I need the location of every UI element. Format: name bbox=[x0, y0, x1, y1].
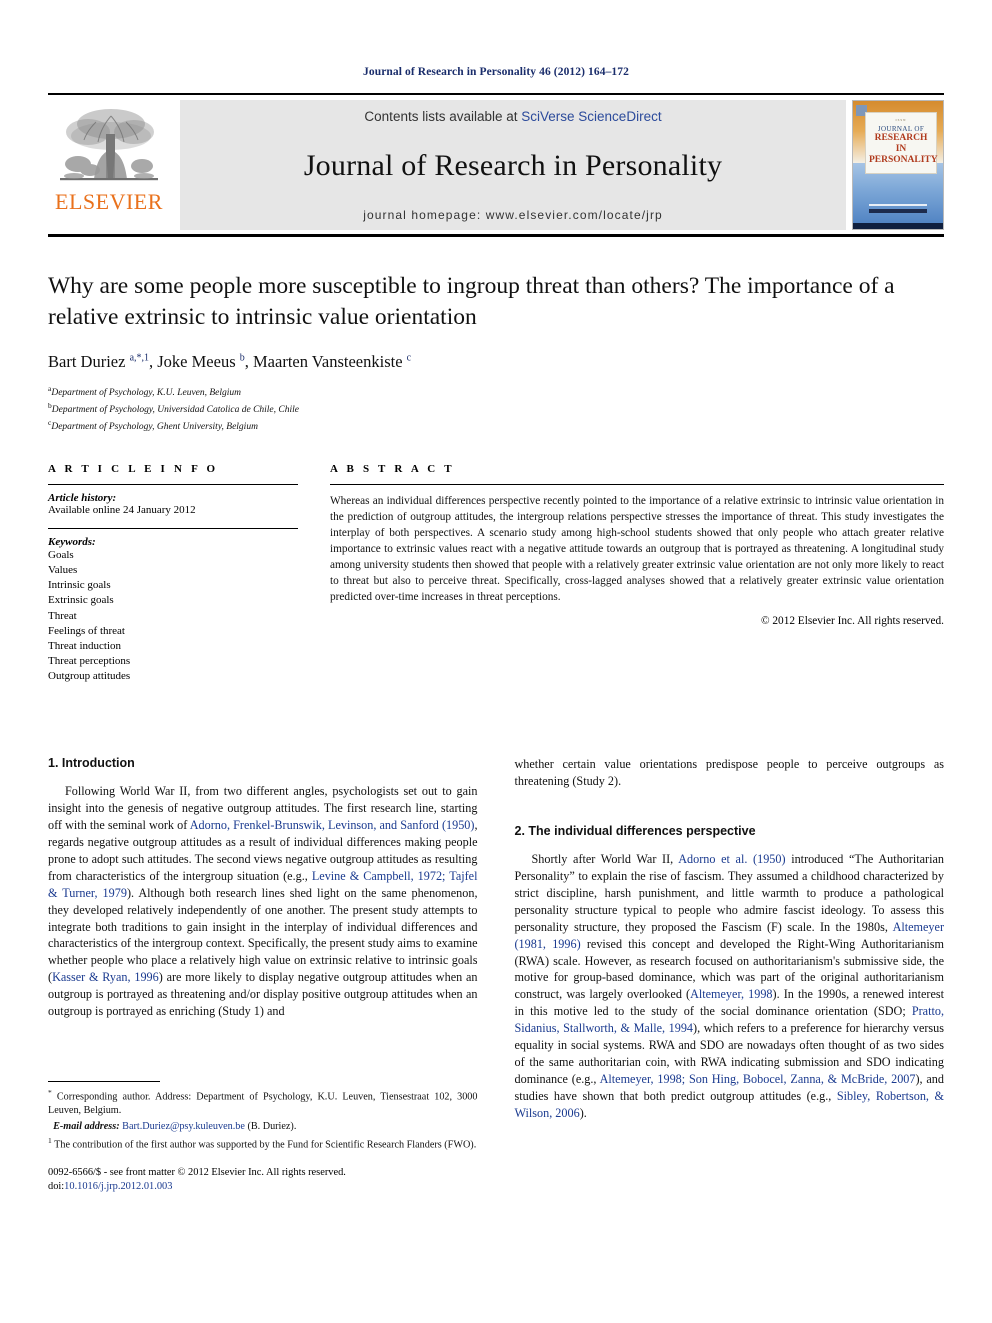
keywords-items: Goals Values Intrinsic goals Extrinsic goal… bbox=[48, 548, 298, 685]
article-history-value: Available online 24 January 2012 bbox=[48, 503, 196, 516]
cover-footer-marks bbox=[869, 204, 927, 213]
right-column: whether certain value orientations predi… bbox=[515, 756, 945, 1194]
author-list: Bart Duriez a,*,1, Joke Meeus b, Maarten… bbox=[48, 352, 412, 372]
footnote-rule bbox=[48, 1080, 160, 1082]
abstract-column: A B S T R A C T Whereas an individual di… bbox=[330, 463, 944, 685]
citation-kasser-ryan-1996[interactable]: Kasser & Ryan, 1996 bbox=[52, 970, 159, 984]
journal-cover-thumbnail[interactable]: ISSN JOURNAL OF RESEARCH IN PERSONALITY bbox=[852, 100, 944, 230]
citation-adorno-et-al-1950[interactable]: Adorno et al. (1950) bbox=[678, 852, 785, 866]
footnote-corresponding-text: Corresponding author. Address: Departmen… bbox=[48, 1091, 478, 1117]
journal-title: Journal of Research in Personality bbox=[303, 149, 723, 182]
keyword-item: Threat induction bbox=[48, 639, 122, 652]
intro-continuation-paragraph: whether certain value orientations predi… bbox=[515, 756, 945, 790]
abstract-copyright: © 2012 Elsevier Inc. All rights reserved… bbox=[760, 615, 944, 628]
journal-banner: Contents lists available at SciVerse Sci… bbox=[180, 100, 846, 230]
journal-homepage-link[interactable]: journal homepage: www.elsevier.com/locat… bbox=[363, 208, 663, 222]
keyword-item: Threat bbox=[48, 609, 77, 622]
keyword-item: Values bbox=[48, 564, 78, 577]
footnotes-block: * Corresponding author. Address: Departm… bbox=[48, 1080, 478, 1195]
footnote-corresponding-author: * Corresponding author. Address: Departm… bbox=[48, 1088, 478, 1118]
footnote-marker-asterisk: * bbox=[48, 1087, 52, 1097]
affiliation-c: cDepartment of Psychology, Ghent Univers… bbox=[48, 418, 944, 435]
sec2-text-a: Shortly after World War II, bbox=[531, 852, 679, 867]
affiliation-text: Department of Psychology, Ghent Universi… bbox=[51, 422, 258, 433]
article-info-heading: A R T I C L E I N F O bbox=[48, 462, 219, 475]
cover-bottom-bar bbox=[853, 223, 943, 229]
running-head: Journal of Research in Personality 46 (2… bbox=[363, 66, 629, 78]
keyword-item: Extrinsic goals bbox=[48, 594, 114, 607]
cover-line3: PERSONALITY bbox=[869, 154, 938, 165]
title-block: Why are some people more susceptible to … bbox=[48, 237, 944, 435]
issn-copyright-block: 0092-6566/$ - see front matter © 2012 El… bbox=[48, 1166, 478, 1195]
footnote-marker-1: 1 bbox=[48, 1135, 52, 1145]
contents-prefix: Contents lists available at bbox=[364, 109, 522, 124]
cover-micro-text: ISSN bbox=[895, 118, 907, 122]
elsevier-logo: ELSEVIER bbox=[48, 100, 170, 230]
affiliation-list: aDepartment of Psychology, K.U. Leuven, … bbox=[48, 384, 944, 435]
affiliation-b: bDepartment of Psychology, Universidad C… bbox=[48, 401, 944, 418]
cover-line2: RESEARCH IN bbox=[874, 133, 928, 154]
affiliation-a: aDepartment of Psychology, K.U. Leuven, … bbox=[48, 384, 944, 401]
article-info-column: A R T I C L E I N F O Article history: A… bbox=[48, 463, 298, 685]
elsevier-wordmark: ELSEVIER bbox=[55, 189, 163, 214]
section-heading-introduction: 1. Introduction bbox=[48, 756, 135, 771]
keywords-block: Keywords: Goals Values Intrinsic goals Extr… bbox=[48, 529, 298, 685]
footnote-funding-text: The contribution of the first author was… bbox=[54, 1138, 477, 1150]
abstract-text: Whereas an individual differences perspe… bbox=[330, 494, 944, 604]
contents-available-line: Contents lists available at SciVerse Sci… bbox=[364, 109, 661, 124]
affiliation-text: Department of Psychology, Universidad Ca… bbox=[51, 405, 299, 416]
footnote-email: E-mail address: Bart.Duriez@psy.kuleuven… bbox=[48, 1120, 478, 1134]
keywords-label: Keywords: bbox=[48, 535, 96, 548]
intro-continuation-text: whether certain value orientations predi… bbox=[514, 757, 945, 789]
doi-link[interactable]: 10.1016/j.jrp.2012.01.003 bbox=[64, 1181, 172, 1192]
article-history-block: Article history: Available online 24 Jan… bbox=[48, 485, 298, 528]
cover-title-card: ISSN JOURNAL OF RESEARCH IN PERSONALITY bbox=[865, 112, 938, 174]
paper-page: Journal of Research in Personality 46 (2… bbox=[0, 0, 992, 1323]
journal-masthead: ELSEVIER Contents lists available at Sci… bbox=[48, 93, 944, 237]
doi-label: doi: bbox=[48, 1181, 65, 1193]
intro-paragraph: Following World War II, from two differe… bbox=[48, 783, 478, 1019]
citation-altemeyer-1998[interactable]: Altemeyer, 1998 bbox=[690, 987, 772, 1001]
sec2-text-g: ). bbox=[579, 1105, 587, 1120]
article-history-label: Article history: bbox=[48, 491, 117, 504]
keyword-item: Goals bbox=[48, 548, 74, 561]
sciencedirect-link[interactable]: SciVerse ScienceDirect bbox=[521, 109, 661, 124]
section2-paragraph: Shortly after World War II, Adorno et al… bbox=[515, 851, 945, 1121]
info-abstract-row: A R T I C L E I N F O Article history: A… bbox=[48, 463, 944, 685]
affiliation-text: Department of Psychology, K.U. Leuven, B… bbox=[51, 388, 242, 399]
issn-line: 0092-6566/$ - see front matter © 2012 El… bbox=[48, 1166, 346, 1178]
page-title: Why are some people more susceptible to … bbox=[48, 273, 895, 330]
doi-line: doi:10.1016/j.jrp.2012.01.003 bbox=[48, 1180, 478, 1195]
abstract-heading: A B S T R A C T bbox=[330, 462, 455, 475]
elsevier-tree-icon bbox=[56, 102, 162, 190]
citation-adorno-1950[interactable]: Adorno, Frenkel-Brunswik, Levinson, and … bbox=[190, 818, 475, 832]
keyword-item: Outgroup attitudes bbox=[48, 670, 131, 683]
keyword-item: Intrinsic goals bbox=[48, 579, 111, 592]
footnote-funding-note: 1 The contribution of the first author w… bbox=[48, 1136, 478, 1152]
section-heading-individual-differences: 2. The individual differences perspectiv… bbox=[514, 824, 756, 839]
body-columns: 1. Introduction Following World War II, … bbox=[48, 756, 944, 1194]
email-link[interactable]: Bart.Duriez@psy.kuleuven.be bbox=[122, 1121, 245, 1132]
citation-altemeyer-sonhing[interactable]: Altemeyer, 1998; Son Hing, Bobocel, Zann… bbox=[600, 1072, 916, 1086]
email-suffix: (B. Duriez). bbox=[244, 1120, 297, 1132]
left-column: 1. Introduction Following World War II, … bbox=[48, 756, 478, 1194]
email-label: E-mail address: bbox=[53, 1120, 120, 1132]
keyword-item: Feelings of threat bbox=[48, 624, 125, 637]
cover-line1: JOURNAL OF bbox=[877, 125, 925, 133]
keyword-item: Threat perceptions bbox=[48, 655, 131, 668]
